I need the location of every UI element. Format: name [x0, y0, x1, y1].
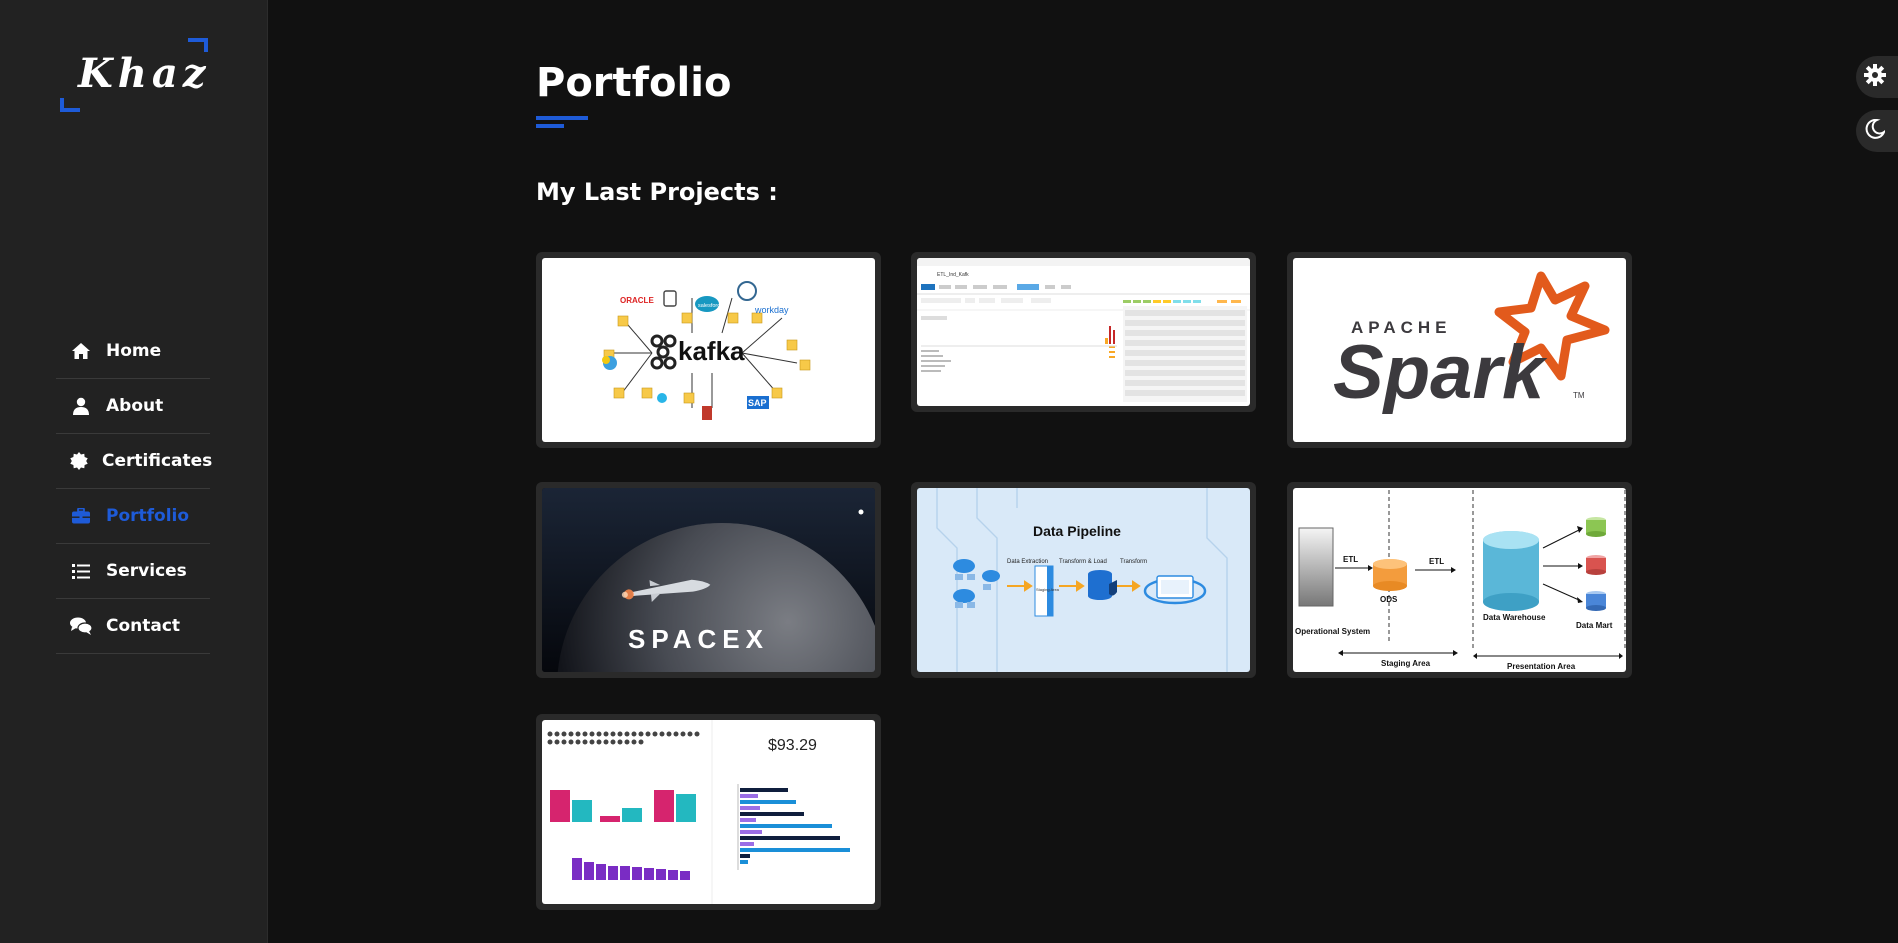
- sidebar-item-label: Services: [106, 561, 187, 581]
- thumb-label: Staging Area: [1381, 659, 1431, 668]
- thumb-label: ETL_Ind_Kafk: [937, 272, 969, 278]
- sidebar-item-about[interactable]: About: [56, 379, 210, 434]
- settings-button[interactable]: [1856, 56, 1898, 98]
- sidebar-item-label: Home: [106, 341, 162, 361]
- thumb-label: SPACEX: [628, 624, 769, 654]
- thumb-label: Data Pipeline: [1033, 523, 1121, 539]
- comments-icon: [70, 616, 92, 636]
- project-thumbnail: Data Pipeline Data Extraction Transform …: [917, 488, 1250, 672]
- thumb-label: TM: [1573, 391, 1585, 400]
- sidebar-item-label: Contact: [106, 616, 181, 636]
- sidebar-item-label: Portfolio: [106, 506, 190, 526]
- user-icon: [70, 396, 92, 416]
- thumb-label: Data Extraction: [1007, 559, 1048, 565]
- thumb-label: ODS: [1380, 595, 1398, 604]
- thumb-label: kafka: [678, 336, 745, 366]
- project-card-data-warehouse[interactable]: ETL ODS ETL Operational System Data Ware…: [1287, 482, 1632, 678]
- thumb-label: Data Warehouse: [1483, 613, 1546, 622]
- sidebar-item-label: Certificates: [102, 451, 213, 471]
- main-content: Portfolio My Last Projects : ORACLE work…: [268, 0, 1898, 943]
- sidebar-item-home[interactable]: Home: [56, 324, 210, 379]
- thumb-label: Operational System: [1295, 627, 1370, 636]
- thumb-label: Transform & Load: [1059, 559, 1107, 565]
- sidebar-item-portfolio[interactable]: Portfolio: [56, 489, 210, 544]
- sidebar-nav: Home About Certificates Portfolio Servic…: [56, 324, 213, 654]
- sidebar: Khaz Home About Certificates Portfolio S…: [0, 0, 268, 943]
- project-card-spacex[interactable]: SPACEX: [536, 482, 881, 678]
- thumb-label: Staging Area: [1036, 587, 1060, 592]
- gear-icon: [1864, 64, 1886, 90]
- project-card-kafka[interactable]: ORACLE workday salesforce SAP kafka: [536, 252, 881, 448]
- sidebar-item-contact[interactable]: Contact: [56, 599, 210, 654]
- list-icon: [70, 561, 92, 581]
- project-thumbnail: ETL_Ind_Kafk: [917, 258, 1250, 406]
- page-title: Portfolio: [536, 60, 732, 106]
- theme-toggle-button[interactable]: [1856, 110, 1898, 152]
- project-card-etl-dashboard[interactable]: ETL_Ind_Kafk: [911, 252, 1256, 412]
- briefcase-icon: [70, 506, 92, 526]
- thumb-label: Presentation Area: [1507, 662, 1576, 671]
- sidebar-item-label: About: [106, 396, 164, 416]
- logo[interactable]: Khaz: [60, 38, 208, 112]
- thumb-label: workday: [754, 305, 789, 315]
- project-thumbnail: $93.29: [542, 720, 875, 904]
- home-icon: [70, 341, 92, 361]
- thumb-label: ETL: [1343, 555, 1358, 564]
- thumb-label: Transform: [1120, 559, 1147, 565]
- project-thumbnail: ETL ODS ETL Operational System Data Ware…: [1293, 488, 1626, 672]
- thumb-label: ORACLE: [620, 296, 654, 305]
- section-title: My Last Projects :: [536, 178, 778, 206]
- project-thumbnail: SPACEX: [542, 488, 875, 672]
- moon-icon: [1865, 118, 1887, 143]
- thumb-label: Data Mart: [1576, 621, 1613, 630]
- logo-text: Khaz: [78, 50, 211, 97]
- thumb-label: SAP: [748, 398, 767, 408]
- project-card-apache-spark[interactable]: APACHE Spark TM: [1287, 252, 1632, 448]
- thumb-label: Spark: [1333, 330, 1548, 415]
- project-card-data-pipeline[interactable]: Data Pipeline Data Extraction Transform …: [911, 482, 1256, 678]
- thumb-label: ETL: [1429, 557, 1444, 566]
- title-underline: [536, 116, 588, 120]
- certificate-icon: [70, 451, 88, 471]
- sidebar-item-certificates[interactable]: Certificates: [56, 434, 213, 489]
- project-card-sales-dashboard[interactable]: $93.29: [536, 714, 881, 910]
- sidebar-item-services[interactable]: Services: [56, 544, 210, 599]
- thumb-label: salesforce: [698, 303, 723, 309]
- project-thumbnail: APACHE Spark TM: [1293, 258, 1626, 442]
- project-thumbnail: ORACLE workday salesforce SAP kafka: [542, 258, 875, 442]
- title-underline: [536, 124, 564, 128]
- logo-corner: [60, 98, 80, 112]
- thumb-label: $93.29: [768, 737, 817, 754]
